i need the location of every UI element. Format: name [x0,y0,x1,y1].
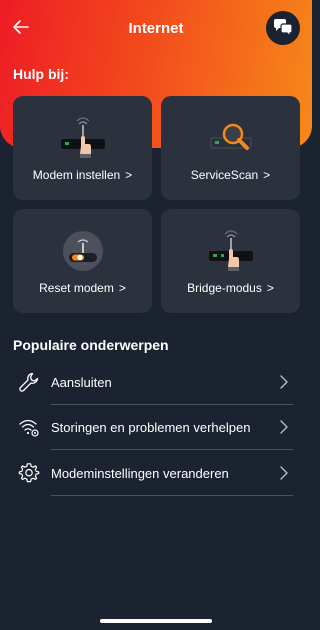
modem-bridge-icon [208,230,253,271]
tile-reset-modem[interactable]: Reset modem > [13,209,152,313]
modem-hand-icon [60,117,105,158]
gear-icon [18,463,40,483]
divider [51,495,293,496]
chevron-right-icon: > [118,281,126,295]
chat-button[interactable] [266,11,300,45]
modem-magnifier-icon [210,123,251,150]
chevron-right-icon: > [266,281,274,295]
help-heading: Hulp bij: [13,66,69,82]
divider [51,404,293,405]
topic-row-modeminstellingen[interactable]: Modeminstellingen veranderen [13,452,293,496]
wifi-settings-icon [19,419,39,437]
top-bar: Internet [0,0,312,58]
chevron-right-icon: > [263,168,271,182]
divider [51,449,293,450]
tile-label: Reset modem [39,281,114,295]
chevron-right-icon [280,375,288,389]
tile-modem-instellen[interactable]: Modem instellen > [13,96,152,200]
tile-bridge-modus[interactable]: Bridge-modus > [161,209,300,313]
tile-label: Bridge-modus [187,281,262,295]
chevron-right-icon: > [125,168,133,182]
modem-reset-toggle-icon [62,231,103,271]
tile-label: ServiceScan [190,168,259,182]
topic-row-storingen[interactable]: Storingen en problemen verhelpen [13,406,293,450]
chat-bubbles-icon [274,19,293,38]
topic-row-aansluiten[interactable]: Aansluiten [13,361,293,405]
topic-label: Storingen en problemen verhelpen [51,420,251,435]
topic-label: Modeminstellingen veranderen [51,466,229,481]
tile-servicescan[interactable]: ServiceScan > [161,96,300,200]
chevron-right-icon [280,420,288,434]
home-indicator[interactable] [100,619,212,623]
tile-label: Modem instellen [32,168,121,182]
topics-heading: Populaire onderwerpen [13,337,169,353]
topic-label: Aansluiten [51,375,112,390]
chevron-right-icon [280,466,288,480]
wrench-icon [19,372,39,392]
